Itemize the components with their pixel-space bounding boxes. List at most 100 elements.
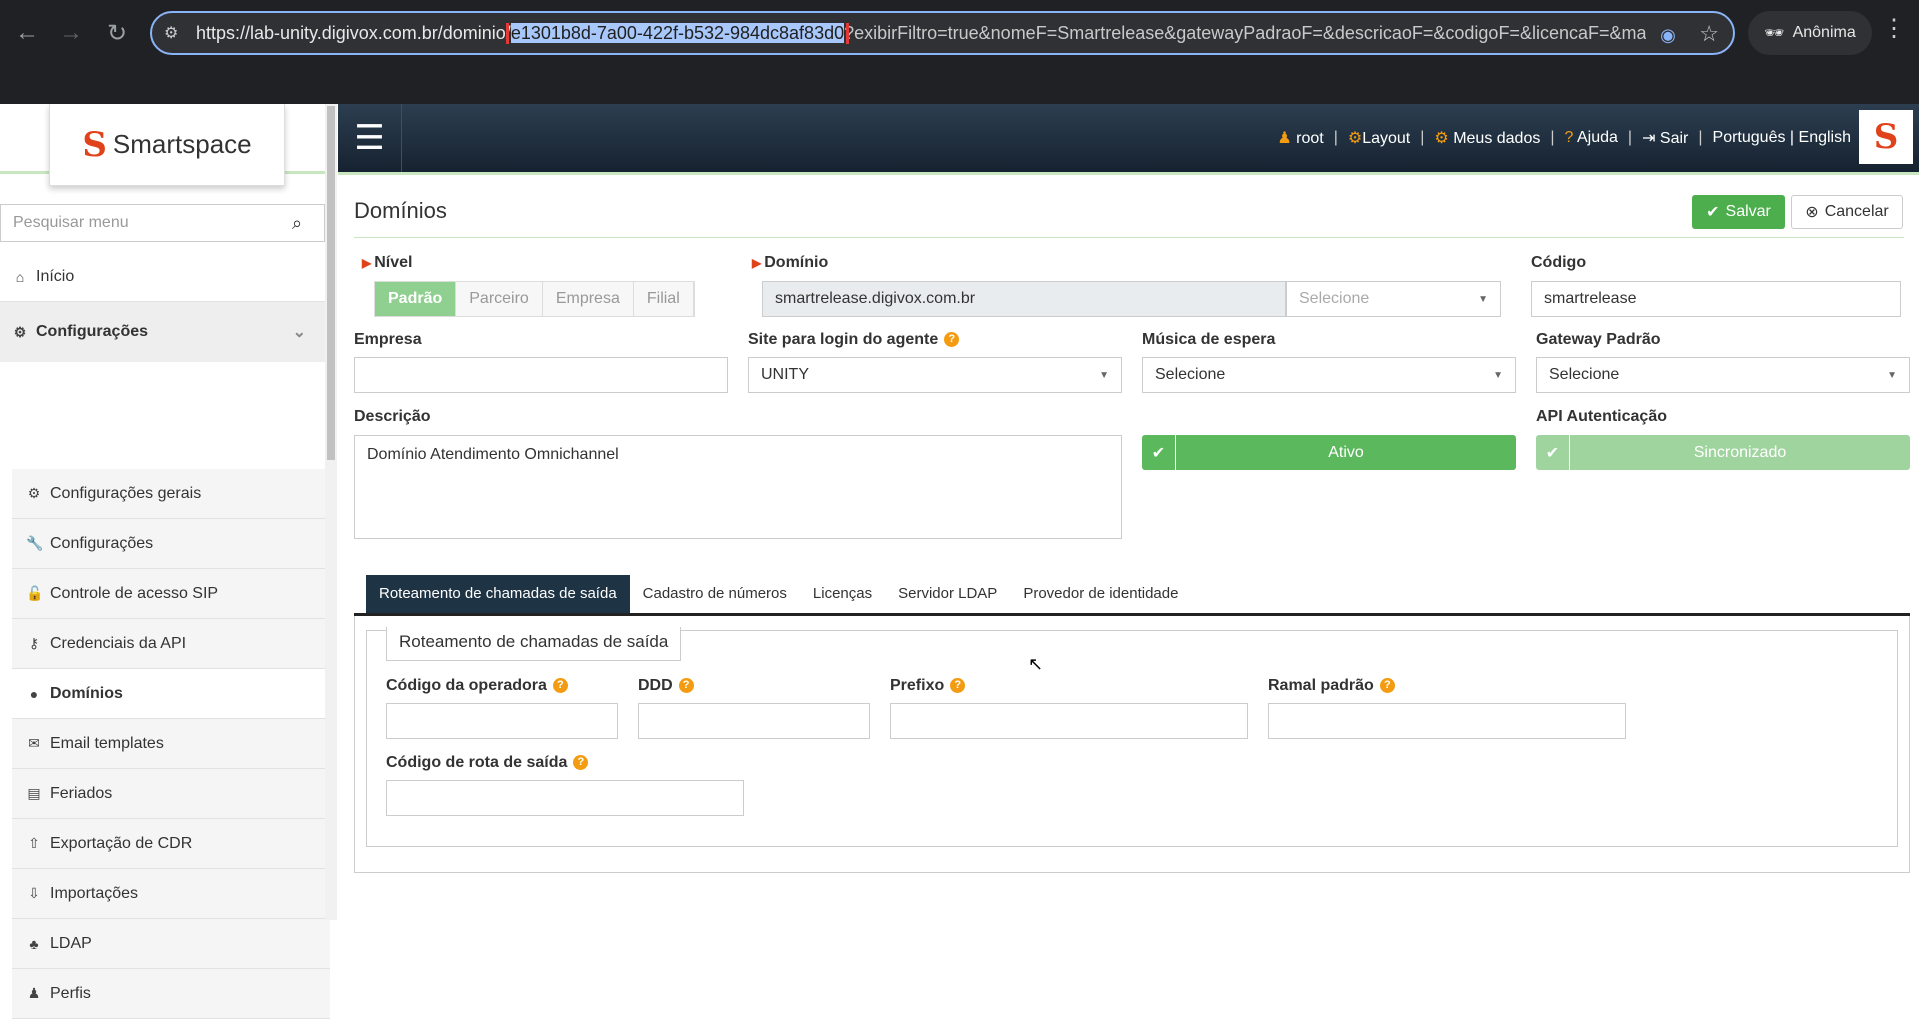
help-icon[interactable]: ? <box>573 755 589 771</box>
operadora-field[interactable] <box>386 703 618 739</box>
ddd-label-text: DDD <box>638 677 673 694</box>
nivel-option[interactable]: Filial <box>633 282 694 316</box>
tab[interactable]: Provedor de identidade <box>1010 575 1191 613</box>
nivel-option[interactable]: Empresa <box>542 282 634 316</box>
user-link[interactable]: ♟ root <box>1277 128 1323 148</box>
address-bar[interactable]: ⚙ https://lab-unity.digivox.com.br/domin… <box>150 11 1735 55</box>
sidebar-item-label: Domínios <box>50 684 123 702</box>
language-switcher[interactable]: Português | English <box>1713 129 1851 147</box>
sidebar-item[interactable]: 🔓 Controle de acesso SIP <box>12 569 330 619</box>
help-icon[interactable]: ? <box>950 678 966 694</box>
help-icon[interactable]: ? <box>1379 678 1395 694</box>
nivel-option[interactable]: Parceiro <box>456 282 543 316</box>
sidebar-item[interactable]: ▤ Feriados <box>12 769 330 819</box>
site-select[interactable]: UNITY ▼ <box>748 357 1122 393</box>
browser-menu-icon[interactable]: ⋮ <box>1882 14 1906 43</box>
url-text[interactable]: https://lab-unity.digivox.com.br/dominio… <box>196 22 1646 44</box>
prefixo-field[interactable] <box>890 703 1248 739</box>
sidebar-item[interactable]: 🔧 Configurações <box>12 519 330 569</box>
bookmark-star-icon[interactable]: ☆ <box>1699 21 1719 47</box>
required-marker-icon: ▶ <box>362 256 372 270</box>
sidebar-item[interactable]: ● Domínios <box>12 669 330 719</box>
musica-select[interactable]: Selecione ▼ <box>1142 357 1516 393</box>
sidebar-item[interactable]: ⇧ Exportação de CDR <box>12 819 330 869</box>
gateway-label: Gateway Padrão <box>1536 331 1661 348</box>
nivel-option[interactable]: Padrão <box>375 282 457 316</box>
mouse-cursor-icon: ↖ <box>1028 654 1044 674</box>
forward-arrow-icon[interactable]: → <box>52 14 90 52</box>
user-icon: ♟ <box>27 985 41 1001</box>
brand-logo-icon: S <box>1859 110 1913 164</box>
search-icon[interactable]: ⌕ <box>292 213 324 234</box>
separator: | <box>1420 129 1425 146</box>
cancel-button[interactable]: ⊗ Cancelar <box>1791 195 1903 229</box>
logo-text: Smartspace <box>112 129 252 159</box>
sidebar-item-label: Credenciais da API <box>50 634 187 652</box>
help-link[interactable]: ? Ajuda <box>1565 129 1618 147</box>
descricao-textarea[interactable]: Domínio Atendimento Omnichannel <box>354 435 1122 539</box>
scrollbar-thumb[interactable] <box>327 106 335 460</box>
logout-label: Sair <box>1659 130 1689 147</box>
rota-label-text: Código de rota de saída <box>386 754 568 771</box>
sidebar-item[interactable]: ✉ Email templates <box>12 719 330 769</box>
caret-down-icon: ▼ <box>1478 293 1488 305</box>
rota-field[interactable] <box>386 780 744 816</box>
caret-down-icon: ▼ <box>1099 369 1109 381</box>
caret-down-icon: ▼ <box>1887 369 1897 381</box>
sidebar-scrollbar[interactable] <box>325 104 337 920</box>
smartspace-logo-icon: S <box>82 124 107 165</box>
required-marker-icon: ▶ <box>752 256 762 270</box>
sidebar-group-configuracoes[interactable]: ⚙ Configurações ⌄ <box>0 302 330 362</box>
ramal-field[interactable] <box>1268 703 1626 739</box>
api-sync-toggle[interactable]: ✔ Sincronizado <box>1536 435 1910 470</box>
ativo-label: Ativo <box>1328 443 1364 461</box>
save-button[interactable]: ✔ Salvar <box>1692 195 1785 229</box>
descricao-value: Domínio Atendimento Omnichannel <box>367 446 619 463</box>
logout-link[interactable]: ⇥ Sair <box>1642 128 1688 148</box>
tab[interactable]: Cadastro de números <box>630 575 800 613</box>
url-suffix: ?exibirFiltro=true&nomeF=Smartrelease&ga… <box>844 22 1646 43</box>
sidebar-item-inicio[interactable]: ⌂ Início <box>0 252 330 302</box>
search-placeholder: Pesquisar menu <box>13 214 129 231</box>
logo[interactable]: S Smartspace <box>49 104 285 186</box>
sidebar-item[interactable]: ⚷ Credenciais da API <box>12 619 330 669</box>
help-icon[interactable]: ? <box>678 678 694 694</box>
check-icon: ✔ <box>1706 204 1720 221</box>
separator: | <box>1550 129 1555 146</box>
my-data-link[interactable]: ⚙ Meus dados <box>1434 128 1540 148</box>
tab[interactable]: Licenças <box>800 575 885 613</box>
tab[interactable]: Roteamento de chamadas de saída <box>366 575 630 613</box>
sidebar-item[interactable]: ⚙ Configurações gerais <box>12 469 330 519</box>
incognito-profile-button[interactable]: 🕶 Anônima <box>1748 11 1872 55</box>
ddd-field[interactable] <box>638 703 870 739</box>
sidebar-item[interactable]: ⇩ Importações <box>12 869 330 919</box>
help-icon[interactable]: ? <box>552 678 568 694</box>
layout-link[interactable]: ⚙Layout <box>1348 128 1410 148</box>
prefixo-label: Prefixo? <box>890 677 966 695</box>
menu-search-input[interactable]: Pesquisar menu ⌕ <box>0 204 325 242</box>
site-info-icon[interactable]: ⚙ <box>164 23 186 43</box>
dominio-select[interactable]: Selecione ▼ <box>1286 281 1501 317</box>
sidebar-item-label: Configurações <box>50 534 154 552</box>
dominio-field[interactable]: smartrelease.digivox.com.br <box>762 281 1286 317</box>
gear-icon: ⚙ <box>1434 130 1449 147</box>
hamburger-menu-icon[interactable]: ☰ <box>338 104 402 172</box>
wrench-icon: 🔧 <box>26 535 44 551</box>
tab[interactable]: Servidor LDAP <box>885 575 1010 613</box>
ativo-toggle[interactable]: ✔ Ativo <box>1142 435 1516 470</box>
back-arrow-icon[interactable]: ← <box>8 14 46 52</box>
help-icon[interactable]: ? <box>944 332 960 348</box>
reload-icon[interactable]: ↻ <box>98 14 136 52</box>
header-accent-line <box>338 172 1919 175</box>
dominio-value: smartrelease.digivox.com.br <box>775 290 976 307</box>
site-label: Site para login do agente? <box>748 331 960 349</box>
lens-icon[interactable]: ◉ <box>1655 22 1681 48</box>
empresa-field[interactable] <box>354 357 728 393</box>
sidebar-item-label: Perfis <box>50 984 91 1002</box>
sidebar-item[interactable]: ♣ LDAP <box>12 919 330 969</box>
sign-out-icon: ⇥ <box>1642 130 1656 147</box>
gateway-select[interactable]: Selecione ▼ <box>1536 357 1910 393</box>
sidebar-item[interactable]: ♟ Perfis <box>12 969 330 1019</box>
codigo-field[interactable]: smartrelease <box>1531 281 1901 317</box>
tab-bar: Roteamento de chamadas de saída Cadastro … <box>354 575 1910 616</box>
